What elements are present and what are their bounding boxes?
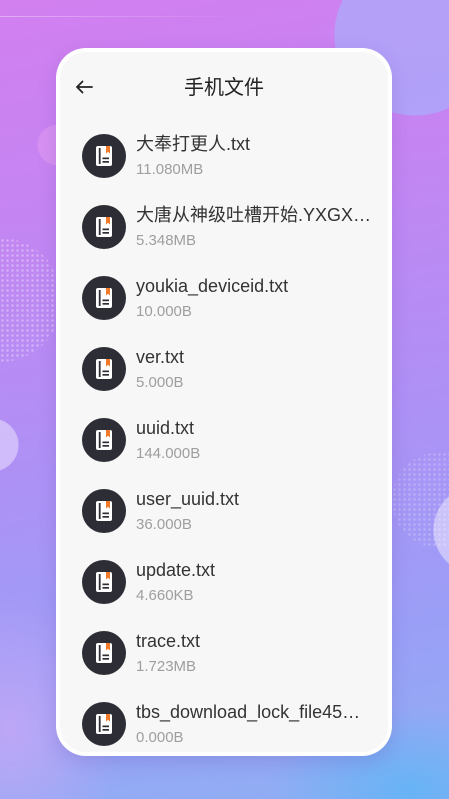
file-size: 10.000B [136,302,192,320]
file-size: 0.000B [136,728,184,746]
file-book-icon [82,347,126,391]
file-text: 大奉打更人.txt 11.080MB [136,132,388,180]
file-size: 4.660KB [136,586,194,604]
file-text: user_uuid.txt 36.000B [136,487,388,535]
file-name: youkia_deviceid.txt [136,275,289,296]
file-size: 36.000B [136,515,192,533]
file-name: 大奉打更人.txt [136,133,251,154]
file-size: 11.080MB [136,160,204,178]
file-item[interactable]: user_uuid.txt 36.000B [60,475,388,546]
file-text: tbs_download_lock_file45… 0.000B [136,700,388,748]
arrow-left-icon [76,80,93,94]
background-line [0,16,240,17]
file-item[interactable]: 大唐从神级吐槽开始.YXGX… 5.348MB [60,191,388,262]
file-name: user_uuid.txt [136,488,240,509]
file-list-card: 手机文件 大奉打更人.txt 11.080MB 大唐从神级吐槽开始.YXGX… … [56,48,392,756]
file-book-icon [82,489,126,533]
file-text: 大唐从神级吐槽开始.YXGX… 5.348MB [136,203,388,251]
file-text: update.txt 4.660KB [136,558,388,606]
file-name: ver.txt [136,346,185,367]
file-book-icon [82,205,126,249]
file-text: uuid.txt 144.000B [136,416,388,464]
page-title: 手机文件 [184,77,264,99]
file-item[interactable]: 大奉打更人.txt 11.080MB [60,120,388,191]
file-book-icon [82,560,126,604]
file-text: trace.txt 1.723MB [136,629,388,677]
file-size: 5.348MB [136,231,197,249]
file-book-icon [82,276,126,320]
file-item[interactable]: tbs_download_lock_file45… 0.000B [60,688,388,752]
file-size: 144.000B [136,444,201,462]
file-book-icon [82,702,126,746]
back-button[interactable] [72,76,96,98]
file-item[interactable]: uuid.txt 144.000B [60,404,388,475]
file-list: 大奉打更人.txt 11.080MB 大唐从神级吐槽开始.YXGX… 5.348… [60,120,388,752]
file-name: update.txt [136,559,216,580]
file-text: youkia_deviceid.txt 10.000B [136,274,388,322]
file-book-icon [82,134,126,178]
file-size: 1.723MB [136,657,197,675]
file-item[interactable]: trace.txt 1.723MB [60,617,388,688]
file-list-panel: 手机文件 大奉打更人.txt 11.080MB 大唐从神级吐槽开始.YXGX… … [60,52,388,752]
file-item[interactable]: ver.txt 5.000B [60,333,388,404]
file-item[interactable]: update.txt 4.660KB [60,546,388,617]
file-name: tbs_download_lock_file45… [136,701,361,722]
header: 手机文件 [60,52,388,124]
file-book-icon [82,418,126,462]
file-name: uuid.txt [136,417,195,438]
file-size: 5.000B [136,373,184,391]
file-book-icon [82,631,126,675]
file-item[interactable]: youkia_deviceid.txt 10.000B [60,262,388,333]
file-name: 大唐从神级吐槽开始.YXGX… [136,204,372,225]
file-name: trace.txt [136,630,201,651]
file-text: ver.txt 5.000B [136,345,388,393]
